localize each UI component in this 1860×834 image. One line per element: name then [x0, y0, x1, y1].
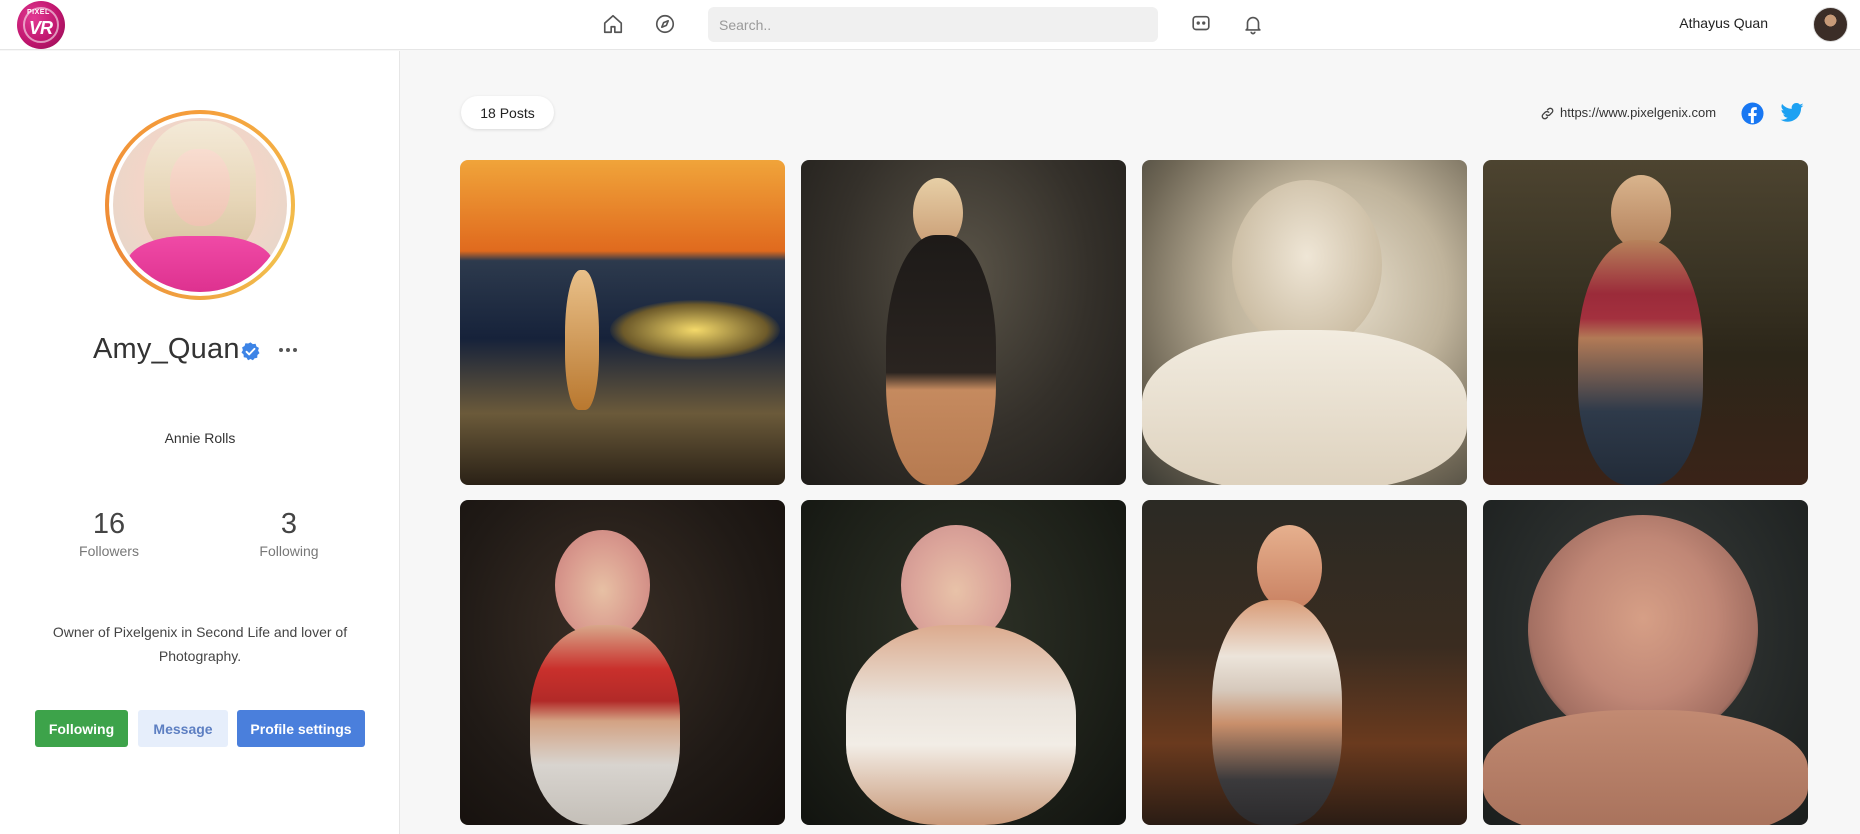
post-thumbnail[interactable]	[1142, 500, 1467, 825]
chat-icon[interactable]	[1188, 11, 1214, 37]
avatar-face	[170, 149, 230, 226]
verified-badge-icon	[241, 342, 260, 361]
link-icon	[1541, 107, 1554, 120]
logo-text-small: PIXEL	[27, 9, 50, 16]
top-navigation-bar: PIXEL VR Athayus Quan	[0, 0, 1860, 50]
message-button[interactable]: Message	[138, 710, 228, 747]
post-figure	[1212, 600, 1342, 825]
facebook-icon[interactable]	[1741, 102, 1764, 125]
profile-settings-button[interactable]: Profile settings	[237, 710, 365, 747]
post-thumbnail[interactable]	[1483, 500, 1808, 825]
followers-count: 16	[92, 508, 126, 540]
search-input[interactable]	[708, 7, 1158, 42]
followers-label: Followers	[79, 543, 139, 559]
post-thumbnail[interactable]	[801, 160, 1126, 485]
post-figure	[1578, 240, 1703, 485]
post-thumbnail[interactable]	[1142, 160, 1467, 485]
following-label: Following	[259, 543, 319, 559]
profile-display-name: Annie Rolls	[164, 430, 236, 446]
following-button[interactable]: Following	[35, 710, 128, 747]
profile-username: Amy_Quan	[93, 333, 240, 365]
post-figure	[846, 625, 1076, 825]
post-figure-head	[1257, 525, 1322, 610]
profile-bio: Owner of Pixelgenix in Second Life and l…	[52, 624, 348, 664]
profile-sidebar: Amy_Quan Annie Rolls 16 Followers 3 Foll…	[0, 51, 400, 834]
home-icon[interactable]	[600, 11, 626, 37]
current-user-avatar[interactable]	[1813, 7, 1848, 42]
following-stat[interactable]: 3 Following	[229, 508, 349, 559]
post-figure-head	[1611, 175, 1671, 250]
twitter-icon[interactable]	[1780, 102, 1804, 124]
post-figure-head	[555, 530, 650, 640]
more-options-icon[interactable]	[276, 338, 300, 362]
following-count: 3	[280, 508, 298, 540]
bell-icon[interactable]	[1240, 11, 1266, 37]
compass-icon[interactable]	[652, 11, 678, 37]
post-thumbnail[interactable]	[1483, 160, 1808, 485]
website-link[interactable]: https://www.pixelgenix.com	[1560, 105, 1716, 120]
post-figure	[886, 235, 996, 485]
post-light-reflection	[610, 300, 780, 360]
post-thumbnail[interactable]	[460, 500, 785, 825]
post-figure	[565, 270, 599, 410]
post-thumbnail[interactable]	[801, 500, 1126, 825]
avatar-shirt	[126, 236, 274, 292]
post-figure	[1483, 710, 1808, 825]
post-figure-head	[1232, 180, 1382, 350]
posts-count-badge: 18 Posts	[461, 96, 554, 129]
post-thumbnail[interactable]	[460, 160, 785, 485]
post-figure	[530, 625, 680, 825]
logo-text-big: VR	[29, 18, 53, 38]
post-figure	[1142, 330, 1467, 485]
profile-avatar-image	[113, 118, 287, 292]
profile-avatar-frame	[109, 114, 291, 296]
followers-stat[interactable]: 16 Followers	[49, 508, 169, 559]
profile-avatar[interactable]	[105, 110, 295, 300]
current-user-name[interactable]: Athayus Quan	[1679, 15, 1768, 31]
pixelvr-logo[interactable]: PIXEL VR	[17, 1, 65, 49]
